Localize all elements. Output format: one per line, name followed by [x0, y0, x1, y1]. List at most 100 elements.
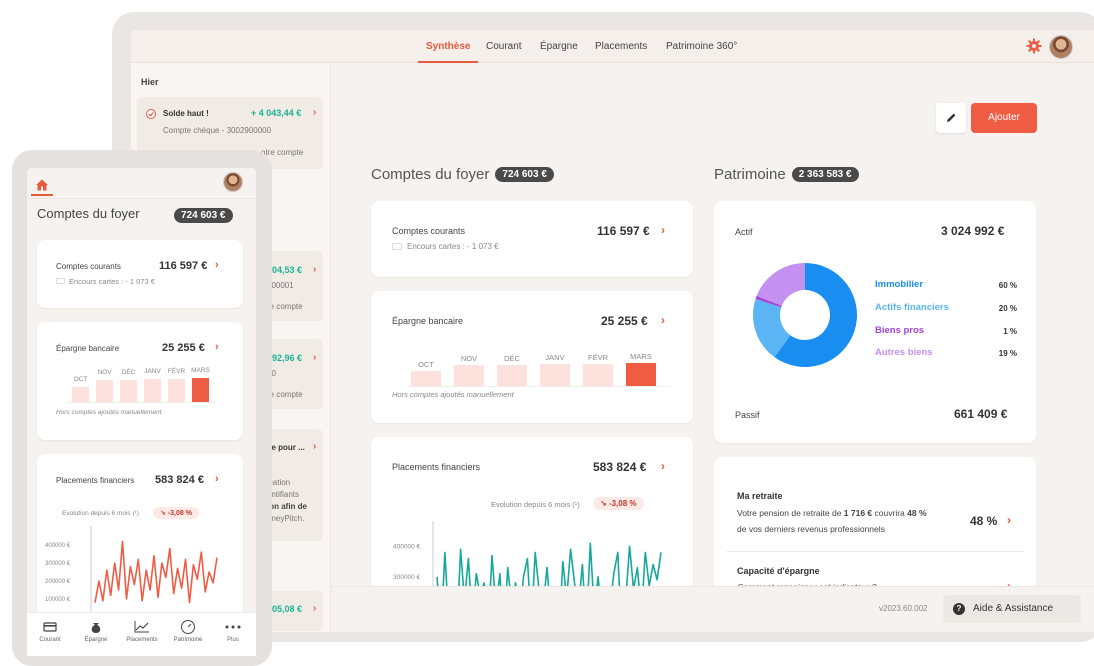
comptes-courants-label: Comptes courants	[392, 226, 466, 236]
legend-autres-biens-pct: 19 %	[998, 349, 1017, 358]
bar-label-févr: FÉVR	[587, 352, 608, 362]
help-label: Aide & Assistance	[973, 603, 1054, 614]
feed-item-sub2: otre compte	[261, 148, 304, 157]
feed-item-amount: 004,53 €	[267, 265, 303, 275]
y-tick-label: 200000 €	[45, 579, 71, 585]
comptes-courants-card[interactable]: Comptes courants 116 597 € › Encours car…	[371, 201, 693, 277]
legend-biens-pros: Biens pros	[875, 325, 925, 336]
y-tick-label: 400000 €	[45, 543, 71, 549]
tab-epargne[interactable]: Épargne	[540, 30, 578, 63]
feed-item-title: Solde haut !	[163, 109, 209, 118]
tab-patrimoine-360[interactable]: Patrimoine 360°	[666, 30, 737, 63]
edit-button[interactable]	[936, 103, 966, 133]
mobile-nav-label: Placements	[126, 637, 158, 643]
epargne-bar-chart: OCT NOV DÉC JANV FÉVR MARS	[37, 322, 243, 440]
patrimoine-section-title: Patrimoine 2 363 583 €	[714, 166, 859, 183]
gauge-icon	[181, 620, 195, 634]
y-tick-label: 100000 €	[45, 597, 71, 603]
comptes-courants-label: Comptes courants	[56, 262, 121, 271]
chevron-right-icon: ›	[313, 264, 317, 275]
mobile-nav-epargne[interactable]: Épargne	[73, 619, 119, 643]
epargne-note: Hors comptes ajoutés manuellement	[392, 390, 514, 399]
mobile-epargne-card[interactable]: Épargne bancaire 25 255 € › OCT NOV DÉC JAN…	[37, 322, 243, 440]
mobile-nav-placements[interactable]: Placements	[119, 619, 165, 643]
card-icon	[43, 622, 57, 632]
comptes-courants-value: 116 597 €	[159, 260, 208, 272]
retraite-title: Ma retraite	[737, 491, 783, 501]
bar-label-oct: OCT	[418, 360, 434, 370]
mobile-total-badge: 724 603 €	[174, 208, 233, 223]
mobile-nav-courant[interactable]: Courant	[27, 619, 73, 643]
footer: v2023.60.002 ? Aide & Assistance	[331, 586, 1094, 632]
bar-label-mars: MARS	[191, 366, 210, 374]
mobile-nav-plus[interactable]: Plus	[210, 619, 256, 643]
avatar[interactable]	[1049, 35, 1073, 59]
feed-item-sub2: re compte	[267, 390, 303, 399]
mobile-comptes-courants-card[interactable]: Comptes courants 116 597 € › Encours car…	[37, 240, 243, 308]
chevron-right-icon: ›	[313, 352, 317, 363]
bar-déc	[497, 364, 527, 386]
epargne-bar-chart: OCT NOV DÉC JANV FÉVR MARS	[371, 291, 693, 423]
epargne-bancaire-card[interactable]: Épargne bancaire 25 255 € › OCT NOV DÉC JAN…	[371, 291, 693, 423]
mobile-nav-label: Courant	[39, 637, 61, 643]
mobile-nav-patrimoine[interactable]: Patrimoine	[165, 619, 211, 643]
bar-axis	[68, 402, 216, 403]
encours-cartes: Encours cartes : - 1 073 €	[69, 277, 155, 286]
feed-item-amount: + 4 043,44 €	[251, 108, 302, 118]
tab-placements[interactable]: Placements	[595, 30, 647, 63]
tab-synthese[interactable]: Synthèse	[418, 30, 479, 63]
chevron-right-icon: ›	[313, 107, 317, 118]
bar-label-nov: NOV	[460, 354, 478, 364]
bar-label-janv: JANV	[545, 353, 565, 363]
comptes-courants-value: 116 597 €	[597, 224, 650, 238]
feed-item-amount: 305,08 €	[267, 604, 303, 614]
avatar[interactable]	[223, 172, 243, 192]
divider	[726, 551, 1024, 552]
chevron-right-icon: ›	[313, 441, 317, 452]
legend-biens-pros-pct: 1 %	[1003, 327, 1017, 336]
bar-févr	[168, 378, 185, 402]
help-icon: ?	[953, 603, 965, 615]
feed-item-line: oneyPitch.	[267, 514, 305, 523]
passif-label: Passif	[735, 410, 760, 420]
chevron-right-icon: ›	[313, 603, 317, 614]
chevron-right-icon: ›	[661, 223, 665, 237]
version-label: v2023.60.002	[879, 604, 928, 613]
gear-icon[interactable]	[1026, 38, 1042, 54]
home-icon[interactable]	[35, 178, 49, 192]
patrimoine-total-badge: 2 363 583 €	[791, 167, 859, 182]
encours-cartes: Encours cartes : - 1 073 €	[407, 242, 499, 251]
chevron-right-icon: ›	[1007, 513, 1011, 527]
capacite-title: Capacité d'épargne	[737, 566, 820, 576]
mobile-nav-label: Plus	[227, 637, 239, 643]
bar-oct	[411, 371, 441, 386]
add-button[interactable]: Ajouter	[971, 103, 1037, 133]
legend-autres-biens: Autres biens	[875, 347, 933, 358]
legend-immobilier: Immobilier	[875, 279, 924, 290]
feed-item-sub2: re compte	[267, 302, 303, 311]
bar-nov	[454, 365, 484, 386]
active-tab-indicator	[31, 194, 53, 196]
passif-value: 661 409 €	[954, 407, 1008, 421]
mobile-placements-card[interactable]: Placements financiers 583 824 € › Evolut…	[37, 454, 243, 624]
y-tick-label: 300000 €	[45, 561, 71, 567]
series-line	[94, 540, 218, 604]
feed-item-sub: Compte chèque - 3002900000	[163, 126, 272, 135]
bar-nov	[96, 380, 113, 402]
feed-item-amount: 792,96 €	[267, 353, 303, 363]
retraite-text-2: de vos derniers revenus professionnels	[737, 524, 885, 534]
legend-immobilier-pct: 60 %	[998, 281, 1017, 290]
retraite-value: 48 %	[970, 514, 998, 528]
bar-mars	[192, 377, 209, 402]
help-button[interactable]: ? Aide & Assistance	[943, 595, 1081, 623]
y-tick-label: 300000 €	[393, 574, 420, 581]
feed-item-title: se pour ...	[267, 443, 305, 452]
money-bag-icon	[91, 623, 101, 633]
mobile-nav-label: Patrimoine	[173, 637, 203, 643]
tab-courant[interactable]: Courant	[486, 30, 522, 63]
bar-axis	[407, 386, 669, 387]
legend-actifs-financiers: Actifs financiers	[875, 302, 949, 313]
patrimoine-card[interactable]: Actif 3 024 992 € Immobilier 60 % Actifs…	[714, 201, 1036, 443]
feed-item-line: ion afin de	[267, 502, 307, 511]
main-content: Ajouter Comptes du foyer 724 603 € Compte…	[331, 63, 1094, 627]
